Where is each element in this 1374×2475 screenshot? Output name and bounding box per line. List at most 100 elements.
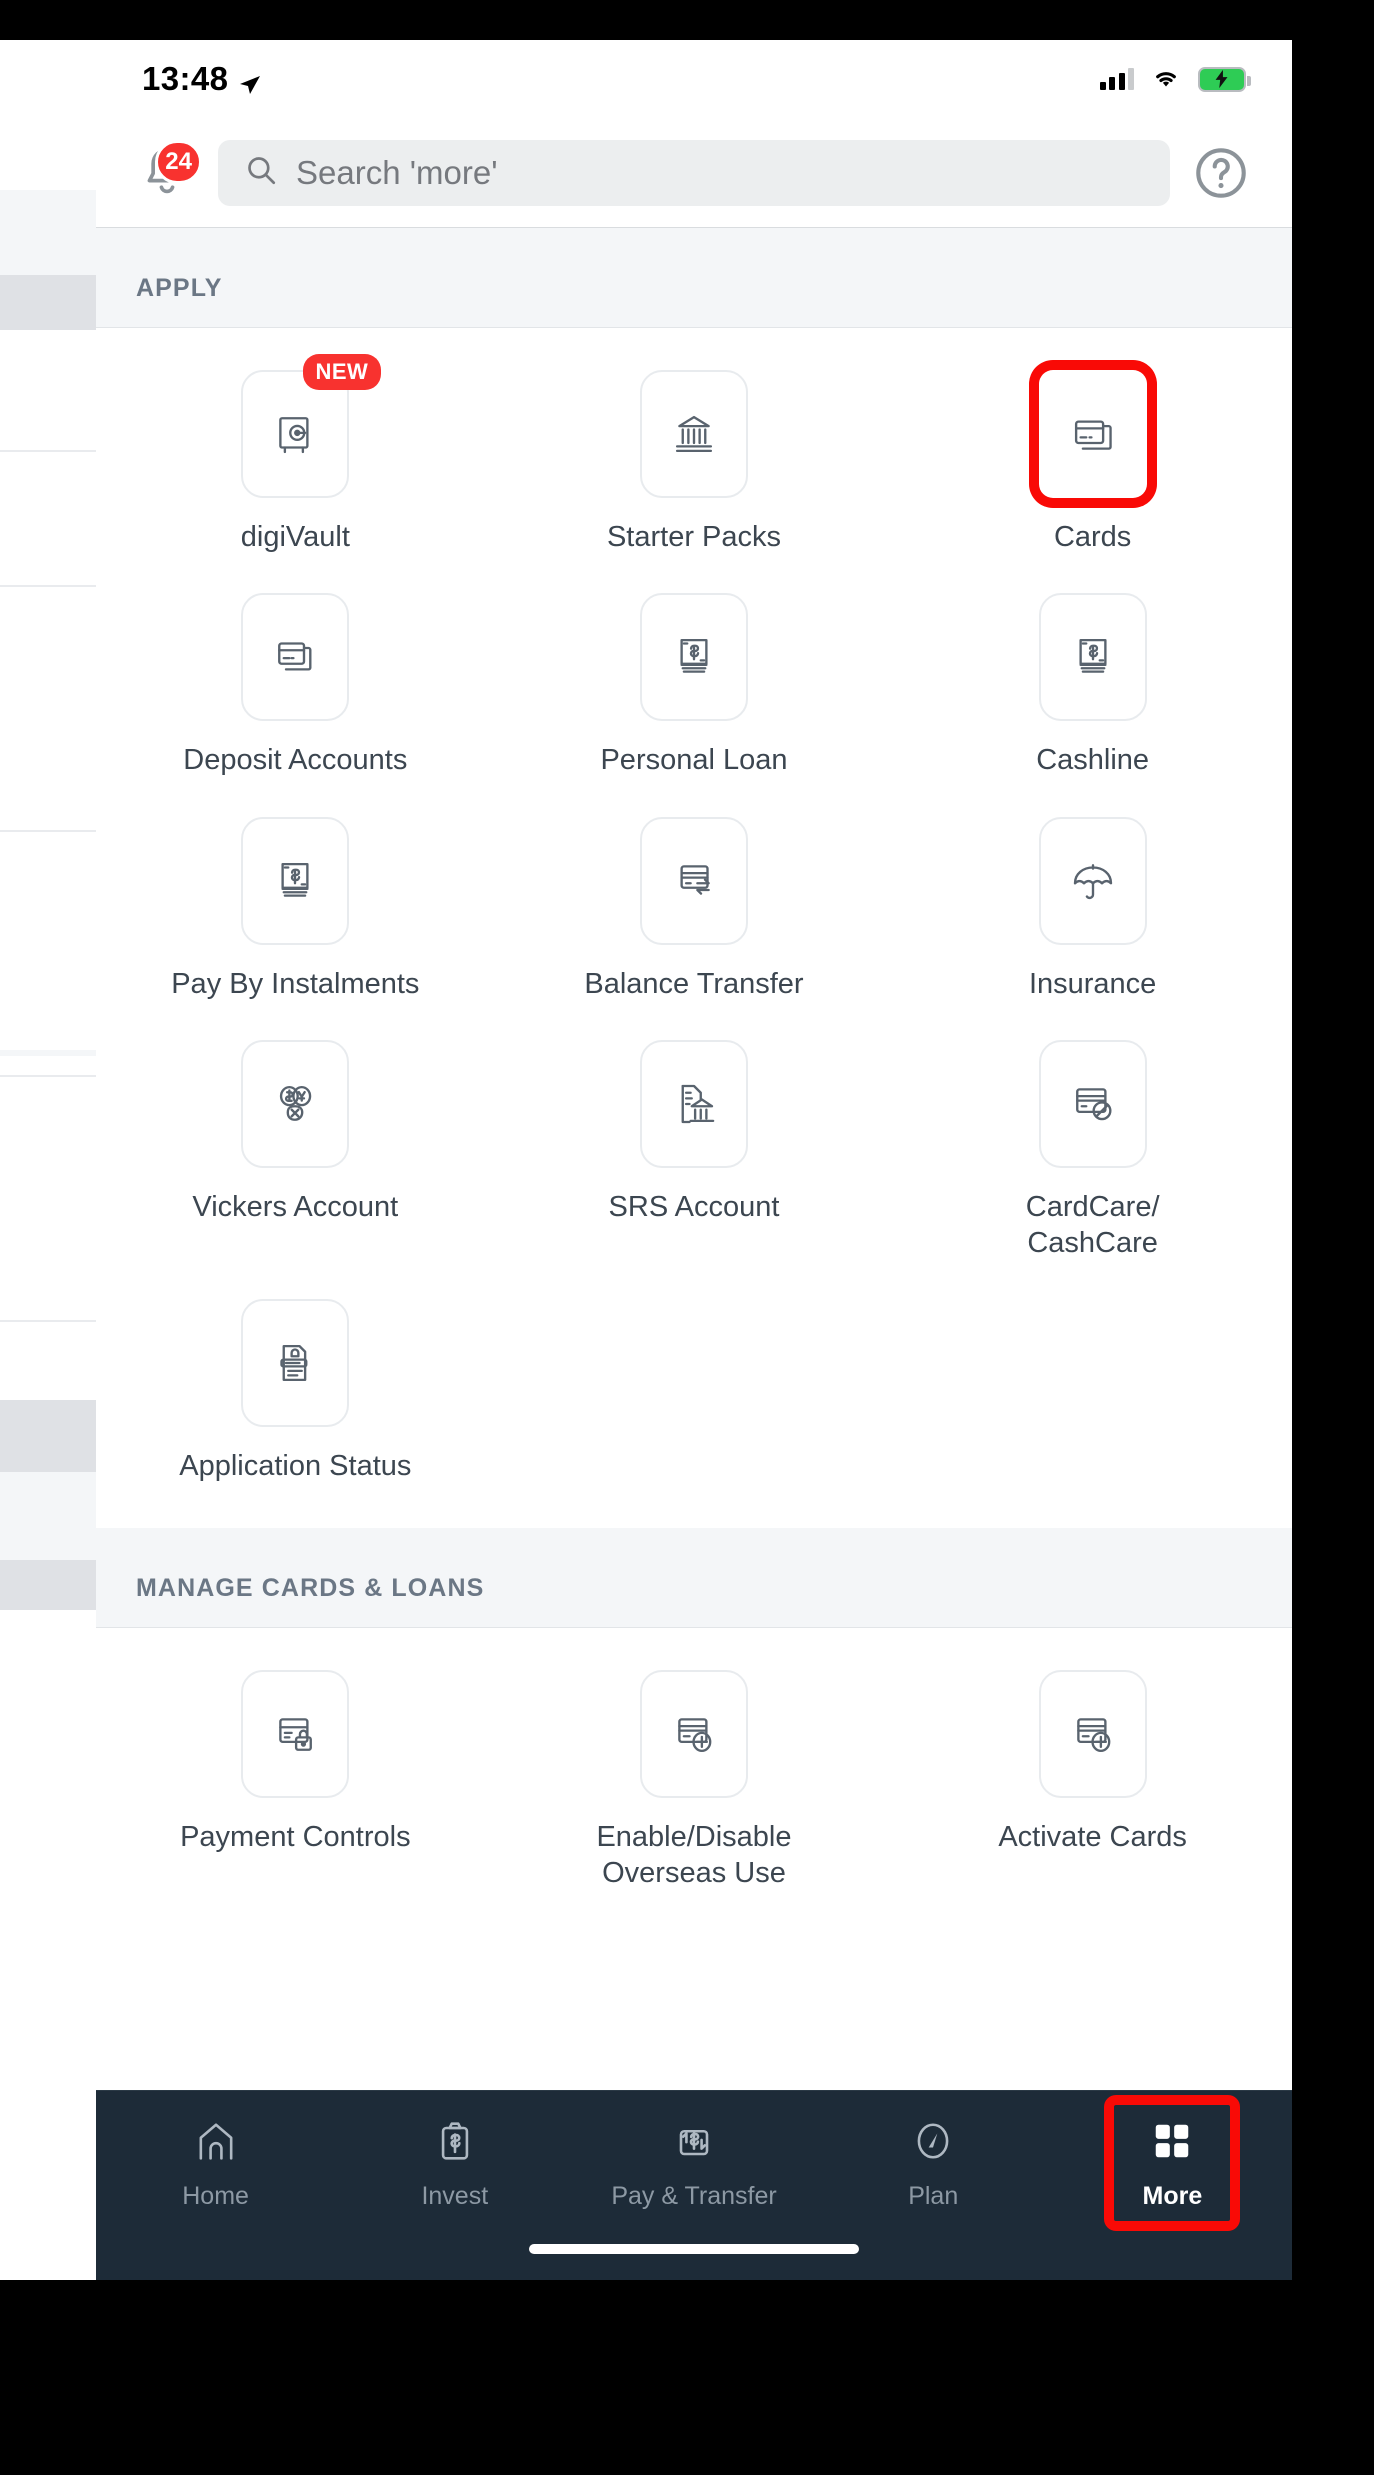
tile-cardcare-cashcare[interactable]: CardCare/CashCare <box>893 1020 1292 1279</box>
transfer-icon <box>668 2115 720 2172</box>
tile-icon-box[interactable] <box>639 593 748 722</box>
app-header: 24 <box>96 118 1292 228</box>
help-circle-icon <box>1196 147 1246 198</box>
bottom-spacer <box>96 1935 1292 1975</box>
tab-plan[interactable]: Plan <box>814 2109 1053 2211</box>
tile-digivault[interactable]: NEW digiVault <box>96 350 495 573</box>
section-tile-grid: Payment Controls Enable/Disable Overseas U… <box>96 1628 1292 1935</box>
tab-pay-transfer[interactable]: Pay & Transfer <box>574 2109 813 2211</box>
tile-icon-box[interactable] <box>241 593 350 722</box>
tab-label: Invest <box>421 2182 489 2210</box>
tile-icon-box[interactable] <box>241 1040 350 1169</box>
device-frame: 13:48 24 Search 'more' APPLY NEW digiVau… <box>0 0 1374 2475</box>
tab-invest[interactable]: Invest <box>335 2109 574 2211</box>
tile-icon-box[interactable] <box>1038 1040 1147 1169</box>
card-plus-icon <box>1066 1707 1120 1761</box>
tile-vickers-account[interactable]: Vickers Account <box>96 1020 495 1279</box>
tile-label: Enable/Disable Overseas Use <box>596 1821 792 1889</box>
search-input[interactable] <box>296 153 1144 192</box>
tile-application-status[interactable]: Application Status <box>96 1279 495 1502</box>
tile-label: Cards <box>1053 521 1132 553</box>
tile-label: Activate Cards <box>998 1821 1187 1854</box>
stacked-cards-icon <box>268 630 322 684</box>
section-tile-grid: NEW digiVault Starter Packs Cards Deposit Ac… <box>96 328 1292 1529</box>
currency-coins-icon <box>268 1077 322 1131</box>
section-title: APPLY <box>136 274 223 302</box>
tile-icon-box[interactable] <box>241 1298 350 1427</box>
tab-more[interactable]: More <box>1053 2095 1292 2231</box>
card-blocked-icon <box>1066 1077 1120 1131</box>
new-badge: NEW <box>302 354 382 390</box>
tile-icon-box[interactable] <box>1038 370 1147 498</box>
wifi-icon <box>1150 64 1182 95</box>
tab-label: More <box>1142 2182 1203 2210</box>
tile-cashline[interactable]: Cashline <box>893 573 1292 796</box>
tile-label: Insurance <box>1028 967 1157 1000</box>
status-bar-indicators <box>1099 64 1251 95</box>
tile-balance-transfer[interactable]: Balance Transfer <box>495 797 894 1020</box>
cellular-signal-icon <box>1099 68 1134 90</box>
tile-icon-box[interactable] <box>639 1040 748 1169</box>
tab-label: Pay & Transfer <box>611 2182 777 2210</box>
application-form-icon <box>268 1336 322 1390</box>
section-title: MANAGE CARDS & LOANS <box>136 1574 485 1603</box>
tile-deposit-accounts[interactable]: Deposit Accounts <box>96 573 495 796</box>
battery-charging-icon <box>1198 66 1251 92</box>
tile-label: Personal Loan <box>600 744 788 777</box>
tile-label: digiVault <box>240 521 350 553</box>
bank-building-icon <box>667 407 721 461</box>
credit-cards-icon <box>1066 407 1120 461</box>
tile-insurance[interactable]: Insurance <box>893 797 1292 1020</box>
tile-icon-box[interactable] <box>1038 1670 1147 1799</box>
document-bank-icon <box>667 1077 721 1131</box>
tile-icon-box[interactable] <box>241 816 350 945</box>
clock-text: 13:48 <box>142 60 229 97</box>
help-button[interactable] <box>1190 142 1252 204</box>
tile-starter-packs[interactable]: Starter Packs <box>495 350 894 573</box>
vault-icon <box>268 407 322 461</box>
grid-squares-icon <box>1146 2115 1198 2172</box>
search-bar[interactable] <box>218 139 1170 206</box>
tile-icon-box[interactable] <box>639 816 748 945</box>
sections-container: APPLY NEW digiVault Starter Packs Cards Depos… <box>96 228 1292 1975</box>
tile-label: Deposit Accounts <box>183 744 408 777</box>
tile-icon-box[interactable] <box>241 1670 350 1799</box>
tile-personal-loan[interactable]: Personal Loan <box>495 573 894 796</box>
tile-label: SRS Account <box>608 1191 780 1224</box>
card-plus-icon <box>667 1707 721 1761</box>
money-bag-icon <box>429 2115 481 2172</box>
tile-icon-box[interactable] <box>1038 816 1147 945</box>
tile-label: Application Status <box>179 1449 412 1482</box>
tile-icon-box[interactable] <box>1038 593 1147 722</box>
tile-pay-by-instalments[interactable]: Pay By Instalments <box>96 797 495 1020</box>
cash-note-icon <box>268 854 322 908</box>
section-header: MANAGE CARDS & LOANS <box>96 1528 1292 1629</box>
card-lock-icon <box>268 1707 322 1761</box>
cash-note-icon <box>1066 630 1120 684</box>
tile-label: Payment Controls <box>180 1821 411 1854</box>
home-icon <box>190 2115 242 2172</box>
card-transfer-icon <box>667 854 721 908</box>
tile-icon-box[interactable]: NEW <box>241 354 382 498</box>
section-header: APPLY <box>96 228 1292 328</box>
search-icon <box>244 153 278 192</box>
tile-icon-box[interactable] <box>639 1670 748 1799</box>
tile-cards[interactable]: Cards <box>893 350 1292 573</box>
tile-enable-disable-overseas-use[interactable]: Enable/Disable Overseas Use <box>495 1650 894 1909</box>
tile-srs-account[interactable]: SRS Account <box>495 1020 894 1279</box>
tile-payment-controls[interactable]: Payment Controls <box>96 1650 495 1909</box>
tile-label: CardCare/CashCare <box>1025 1191 1160 1259</box>
status-bar: 13:48 <box>96 40 1292 118</box>
tile-label: Starter Packs <box>606 521 782 553</box>
cash-note-icon <box>667 630 721 684</box>
tile-activate-cards[interactable]: Activate Cards <box>893 1650 1292 1909</box>
tile-icon-box[interactable] <box>639 370 748 498</box>
tile-label: Cashline <box>1036 744 1150 777</box>
tile-label: Vickers Account <box>192 1191 399 1224</box>
status-bar-clock: 13:48 <box>142 60 262 98</box>
notifications-button[interactable]: 24 <box>136 139 202 204</box>
tab-home[interactable]: Home <box>96 2109 335 2211</box>
tile-label: Pay By Instalments <box>171 967 420 1000</box>
app-screen: 13:48 24 Search 'more' APPLY NEW digiVau… <box>96 40 1292 2280</box>
tab-label: Home <box>182 2182 249 2210</box>
